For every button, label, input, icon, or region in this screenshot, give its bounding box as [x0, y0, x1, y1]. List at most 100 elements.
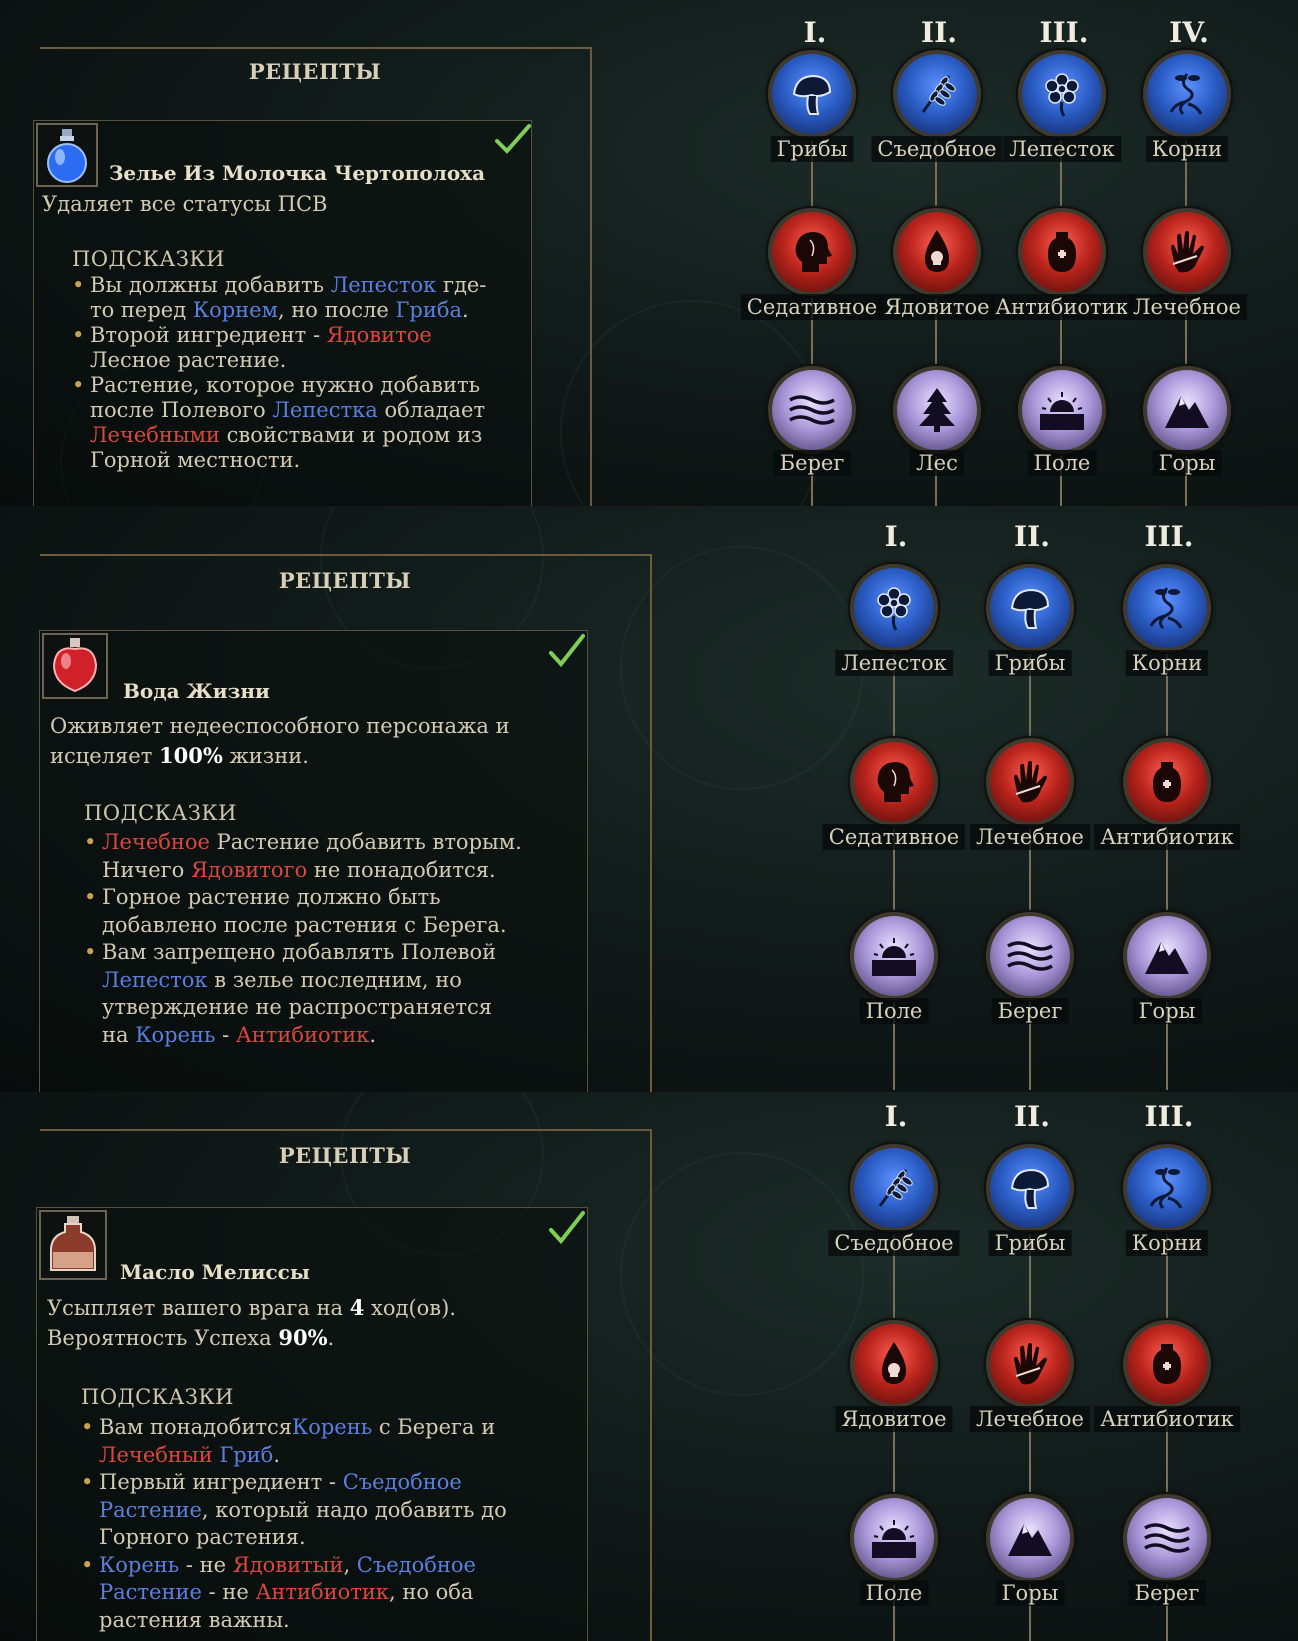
ingredient-node[interactable]	[1123, 1320, 1211, 1408]
column-numeral: III.	[1039, 16, 1089, 49]
hints-title: ПОДСКАЗКИ	[81, 1385, 234, 1409]
sunrise-icon	[1040, 392, 1084, 430]
ingredient-label: Поле	[1027, 450, 1097, 476]
potion-description: Усыпляет вашего врага на 4 ход(ов). Веро…	[47, 1293, 547, 1353]
jar-cross-icon	[1153, 1344, 1181, 1384]
ingredient-label: Ядовитое	[878, 294, 996, 320]
ingredient-node[interactable]	[850, 738, 938, 826]
hints-title: ПОДСКАЗКИ	[72, 247, 225, 271]
poison-drop-icon	[925, 230, 949, 272]
description-value: 4	[349, 1295, 365, 1320]
potion-name: Масло Мелиссы	[120, 1260, 310, 1284]
ingredient-node[interactable]	[768, 50, 856, 138]
ingredient-node[interactable]	[768, 208, 856, 296]
wheat-icon	[921, 75, 956, 113]
column-numeral: I.	[884, 520, 908, 553]
ingredient-node[interactable]	[850, 912, 938, 1000]
background-ornament	[620, 546, 864, 790]
mushroom-icon	[1010, 588, 1050, 629]
potion-slot	[42, 633, 108, 699]
description-text: Усыпляет вашего врага на	[47, 1296, 350, 1320]
description-text: ход(ов).	[364, 1296, 456, 1320]
ingredient-node[interactable]	[768, 366, 856, 454]
ingredient-node[interactable]	[986, 738, 1074, 826]
ingredient-node[interactable]	[1123, 1494, 1211, 1582]
ingredient-label: Грибы	[988, 1230, 1072, 1256]
check-icon	[549, 634, 585, 668]
ingredient-node[interactable]	[893, 208, 981, 296]
recipe-section-2: РЕЦЕПТЫ Вода Жизни Оживляет недееспособн…	[0, 506, 1298, 1092]
recipes-title: РЕЦЕПТЫ	[248, 59, 382, 84]
ingredient-label: Лечебное	[970, 1406, 1090, 1432]
ingredient-node[interactable]	[1143, 50, 1231, 138]
recipes-title: РЕЦЕПТЫ	[278, 1143, 412, 1168]
hand-icon	[1014, 1343, 1047, 1385]
root-icon	[1149, 1167, 1183, 1210]
jar-cross-icon	[1153, 762, 1181, 802]
column-numeral: II.	[921, 16, 957, 49]
recipe-card[interactable]: Зелье Из Молочка Чертополоха Удаляет все…	[33, 120, 532, 506]
hint-item: Вам понадобитсяКорень с Берега и Лечебны…	[81, 1414, 521, 1469]
column-numeral: II.	[1014, 520, 1050, 553]
potion-slot	[39, 1210, 107, 1280]
ingredient-node[interactable]	[893, 50, 981, 138]
sunrise-icon	[872, 1520, 916, 1558]
recipe-card[interactable]: Масло Мелиссы Усыпляет вашего врага на 4…	[36, 1207, 588, 1641]
ingredient-label: Съедобное	[828, 1230, 960, 1256]
ingredient-node[interactable]	[1143, 366, 1231, 454]
ingredient-node[interactable]	[850, 1144, 938, 1232]
ingredient-label: Съедобное	[871, 136, 1003, 162]
ingredient-node[interactable]	[986, 912, 1074, 1000]
ingredient-label: Поле	[859, 998, 929, 1024]
recipe-card[interactable]: Вода Жизни Оживляет недееспособного перс…	[39, 630, 588, 1092]
ingredient-node[interactable]	[1018, 366, 1106, 454]
ingredient-node[interactable]	[1143, 208, 1231, 296]
mountain-icon	[1008, 1524, 1052, 1556]
ingredient-node[interactable]	[986, 564, 1074, 652]
ingredient-label: Берег	[1128, 1580, 1206, 1606]
mountain-icon	[1165, 396, 1209, 428]
ingredient-label: Лес	[910, 450, 964, 476]
ingredient-label: Грибы	[770, 136, 854, 162]
ingredient-node[interactable]	[1123, 738, 1211, 826]
ingredient-node[interactable]	[1018, 50, 1106, 138]
check-icon	[495, 124, 531, 154]
hints-list: Лечебное Растение добавить вторым. Ничег…	[84, 829, 524, 1049]
ingredient-label: Корни	[1125, 650, 1209, 676]
ingredient-node[interactable]	[1018, 208, 1106, 296]
ingredient-label: Антибиотик	[1094, 1406, 1240, 1432]
ingredient-node[interactable]	[893, 366, 981, 454]
hints-list: Вы должны добавить Лепесток где-то перед…	[72, 273, 492, 473]
ingredient-node[interactable]	[986, 1144, 1074, 1232]
root-icon	[1149, 587, 1183, 630]
head-icon	[795, 232, 832, 272]
ingredient-label: Лечебное	[1127, 294, 1247, 320]
ingredient-node[interactable]	[850, 564, 938, 652]
ingredient-node[interactable]	[986, 1320, 1074, 1408]
ingredient-node[interactable]	[1123, 1144, 1211, 1232]
ingredient-node[interactable]	[850, 1320, 938, 1408]
ingredient-node[interactable]	[1123, 912, 1211, 1000]
waves-icon	[1144, 1523, 1190, 1553]
column-numeral: III.	[1144, 1100, 1194, 1133]
recipe-section-3: РЕЦЕПТЫ Масло Мелиссы Усыпляет вашего вр…	[0, 1092, 1298, 1641]
waves-icon	[1007, 941, 1053, 971]
ingredient-node[interactable]	[986, 1494, 1074, 1582]
description-text: .	[327, 1326, 335, 1350]
hints-list: Вам понадобитсяКорень с Берега и Лечебны…	[81, 1414, 521, 1634]
flower-icon	[1045, 73, 1079, 117]
hint-item: Растение, которое нужно добавить после П…	[72, 373, 492, 473]
potion-description: Оживляет недееспособного персонажа и исц…	[50, 711, 550, 771]
ingredient-node[interactable]	[1123, 564, 1211, 652]
hint-item: Горное растение должно быть добавлено по…	[84, 884, 524, 939]
column-numeral: I.	[803, 16, 827, 49]
hand-icon	[1014, 761, 1047, 803]
potion-description: Удаляет все статусы ПСВ	[42, 192, 328, 216]
ingredient-node[interactable]	[850, 1494, 938, 1582]
ingredient-label: Седативное	[822, 824, 966, 850]
mushroom-icon	[792, 74, 832, 115]
waves-icon	[789, 395, 835, 425]
jar-cross-icon	[1048, 232, 1076, 272]
sunrise-icon	[872, 938, 916, 976]
ingredient-label: Горы	[995, 1580, 1065, 1606]
